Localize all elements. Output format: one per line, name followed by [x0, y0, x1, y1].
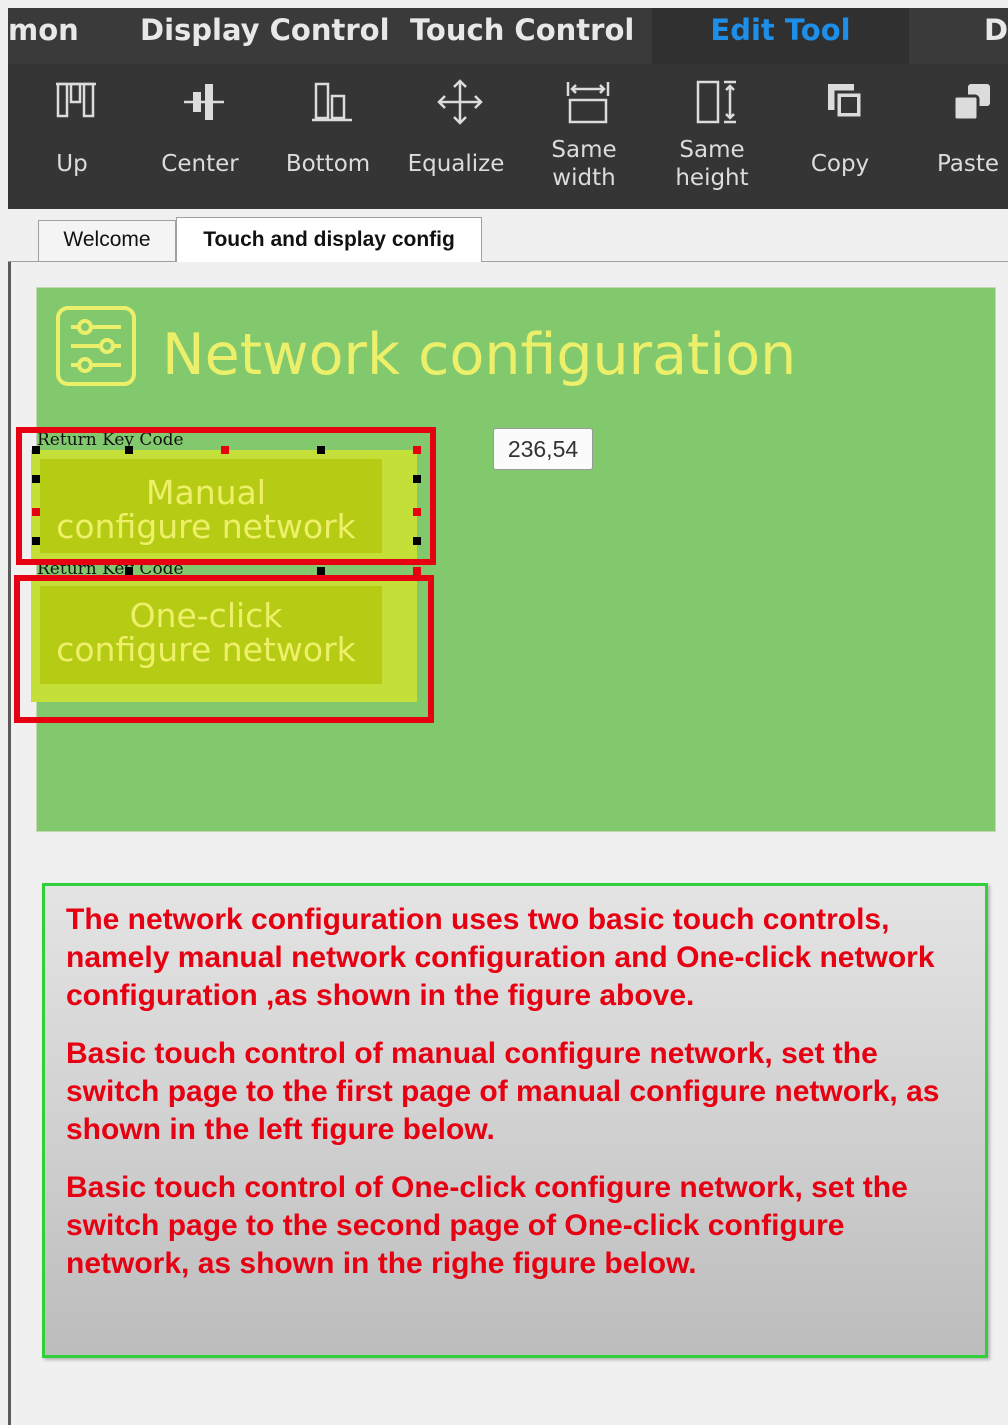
tool-same-height[interactable]: Same height	[648, 64, 776, 209]
tool-label: Center	[161, 151, 239, 177]
tool-label: Same width	[551, 137, 617, 191]
tool-same-width[interactable]: Same width	[520, 64, 648, 209]
tool-label: Same height	[675, 137, 749, 191]
tool-align-center[interactable]: Center	[136, 64, 264, 209]
resize-handle[interactable]	[317, 567, 325, 575]
settings-sliders-icon	[56, 306, 136, 386]
tool-align-up[interactable]: Up	[8, 64, 136, 209]
menu-touch-control[interactable]: Touch Control	[410, 8, 634, 64]
equalize-icon	[437, 79, 483, 125]
note-paragraph: Basic touch control of One-click configu…	[66, 1171, 908, 1280]
tool-copy[interactable]: Copy	[776, 64, 904, 209]
tool-equalize[interactable]: Equalize	[392, 64, 520, 209]
align-center-icon	[184, 84, 224, 120]
edit-toolbar: Up Center Bottom Equalize Same width Sam…	[8, 64, 1008, 209]
menu-common[interactable]: mon	[8, 8, 79, 64]
tool-label: Copy	[810, 151, 870, 177]
document-tabs: Welcome Touch and display config	[8, 209, 1008, 262]
tool-label: Equalize	[407, 151, 505, 177]
same-height-icon	[696, 80, 736, 124]
menu-bar: mon Display Control Touch Control Edit T…	[8, 8, 1008, 64]
position-tooltip: 236,54	[493, 428, 593, 470]
note-paragraph: Basic touch control of manual configure …	[66, 1037, 940, 1146]
editor-window: mon Display Control Touch Control Edit T…	[0, 0, 1008, 1425]
tool-align-bottom[interactable]: Bottom	[264, 64, 392, 209]
tool-paste[interactable]: Paste	[904, 64, 1008, 209]
tab-touch-display-config[interactable]: Touch and display config	[176, 217, 482, 262]
same-width-icon	[566, 82, 610, 124]
align-up-icon	[56, 82, 96, 118]
highlight-frame-one-click	[14, 575, 434, 723]
resize-handle[interactable]	[413, 567, 421, 575]
tool-label: Bottom	[285, 151, 371, 177]
tab-welcome[interactable]: Welcome	[38, 220, 176, 261]
highlight-frame-manual	[16, 427, 436, 565]
note-paragraph: The network configuration uses two basic…	[66, 903, 935, 1012]
copy-icon	[828, 84, 864, 120]
tool-label: Paste	[936, 151, 1000, 177]
page-title: Network configuration	[162, 322, 797, 388]
tool-label: Up	[56, 151, 88, 177]
resize-handle[interactable]	[125, 567, 133, 575]
menu-more[interactable]: D	[984, 8, 1008, 64]
menu-display-control[interactable]: Display Control	[140, 8, 390, 64]
menu-edit-tool[interactable]: Edit Tool	[652, 8, 909, 64]
paste-icon	[952, 84, 990, 122]
align-bottom-icon	[312, 82, 352, 122]
